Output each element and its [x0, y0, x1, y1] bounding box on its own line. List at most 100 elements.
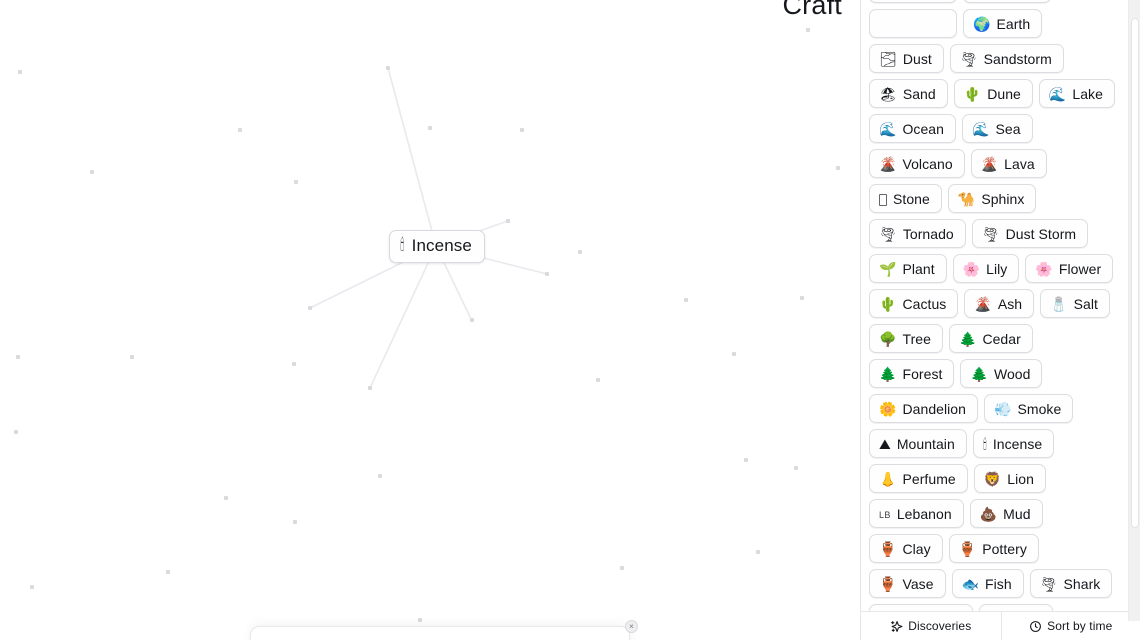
element-chip-cactus[interactable]: 🌵 Cactus — [869, 289, 959, 318]
dandelion-emoji: 🌼 — [879, 400, 897, 417]
flower-emoji: 🌸 — [1035, 260, 1053, 277]
element-chip-clipped[interactable] — [963, 0, 1051, 3]
element-chip-seaweed[interactable]: 🌊Seaweed — [869, 604, 974, 612]
canvas-dot — [596, 378, 600, 382]
element-chip-clay[interactable]: 🏺 Clay — [869, 534, 943, 563]
canvas-dot — [294, 180, 298, 184]
element-chip-forest[interactable]: 🌲 Forest — [869, 359, 955, 388]
canvas-dot — [620, 566, 624, 570]
element-chip-label: Mountain — [896, 435, 955, 452]
canvas-dot — [744, 458, 748, 462]
sort-by-time-button[interactable]: Sort by time — [1000, 612, 1140, 640]
element-chip-label: Flower — [1058, 260, 1102, 277]
incense-emoji: 🕯 — [982, 435, 987, 452]
element-chip-smoke[interactable]: 💨 Smoke — [983, 394, 1074, 423]
element-chip-pottery[interactable]: 🏺 Pottery — [948, 534, 1039, 563]
earth-emoji: 🌍 — [973, 15, 991, 32]
canvas-dot — [130, 355, 134, 359]
sidebar-scrollbar[interactable] — [1128, 0, 1140, 621]
element-chip-label: Seaweed — [902, 611, 961, 612]
element-chip-vase[interactable]: 🏺 Vase — [869, 569, 946, 598]
element-chip-label: Lake — [1072, 85, 1103, 102]
connection-line — [369, 245, 437, 389]
element-chip-label: Lava — [1004, 155, 1035, 172]
ocean-emoji: 🌊 — [879, 120, 897, 137]
element-chip-kelp[interactable]: 🌿Kelp — [979, 604, 1053, 611]
element-chip-label: Dust — [902, 50, 932, 67]
canvas-dot — [684, 298, 688, 302]
connection-line — [387, 67, 437, 247]
element-chip-label: Cedar — [982, 330, 1021, 347]
element-chip-dune[interactable]: 🌵 Dune — [953, 79, 1033, 108]
element-chip-tree[interactable]: 🌳 Tree — [869, 324, 943, 353]
element-chip-tornado[interactable]: 🌪 Tornado — [869, 219, 966, 248]
element-chip-label: Wood — [993, 365, 1031, 382]
element-chip-flower[interactable]: 🌸 Flower — [1025, 254, 1114, 283]
element-chip-mountain[interactable]: ⛰ Mountain — [869, 429, 967, 458]
element-chip-volcano[interactable]: 🌋 Volcano — [869, 149, 965, 178]
incense-emoji: 🕯 — [400, 237, 405, 254]
element-chip-dust[interactable]: 🌫 Dust — [869, 44, 944, 73]
element-chip-incense[interactable]: 🕯 Incense — [972, 429, 1055, 458]
element-chip-sandstorm[interactable]: 🌪 Sandstorm — [949, 44, 1064, 73]
sidebar-scrollbar-thumb[interactable] — [1131, 18, 1139, 528]
element-chip-mud[interactable]: 💩 Mud — [969, 499, 1043, 528]
element-chip-label: Vase — [902, 575, 934, 592]
mountain-emoji: ⛰ — [879, 435, 891, 452]
craft-app: 🕯 Incense Craft × 🌍 Earth 🌫 Dust 🌪 Sandstorm 🏖… — [0, 0, 1140, 640]
close-icon[interactable]: × — [625, 620, 638, 633]
tofu-box-icon — [879, 193, 887, 206]
element-chip-sea[interactable]: 🌊 Sea — [961, 114, 1033, 143]
canvas-dot — [14, 430, 18, 434]
lava-emoji: 🌋 — [980, 155, 999, 172]
discoveries-button[interactable]: Discoveries — [861, 612, 1001, 640]
element-chip-lion[interactable]: 🦁 Lion — [973, 464, 1046, 493]
canvas-node-incense[interactable]: 🕯 Incense — [389, 230, 485, 263]
element-chip-stone[interactable]: Stone — [869, 184, 942, 213]
element-chip-label: Stone — [893, 190, 930, 207]
element-chip-clipped[interactable] — [869, 0, 957, 3]
element-chip-label: Dune — [987, 85, 1021, 102]
element-chip-lebanon[interactable]: LB Lebanon — [869, 499, 964, 528]
element-chip-label: Ash — [997, 295, 1023, 312]
element-chip-dandelion[interactable]: 🌼 Dandelion — [869, 394, 978, 423]
element-chip-sand[interactable]: 🏖 Sand — [869, 79, 948, 108]
element-chip-earth[interactable]: 🌍 Earth — [963, 9, 1043, 38]
element-chip-sphinx[interactable]: 🐪 Sphinx — [947, 184, 1037, 213]
canvas-dot — [386, 66, 390, 70]
element-chip-label: Kelp — [1013, 611, 1041, 612]
element-chip-shark[interactable]: 🌪 Shark — [1029, 569, 1113, 598]
element-chip-lake[interactable]: 🌊 Lake — [1038, 79, 1115, 108]
sandstorm-emoji: 🌪 — [959, 50, 978, 67]
element-chip-dust-storm[interactable]: 🌪 Dust Storm — [971, 219, 1089, 248]
page-title: Craft — [782, 0, 842, 20]
element-chip-plant[interactable]: 🌱 Plant — [869, 254, 947, 283]
canvas-dot — [308, 306, 312, 310]
canvas-dot — [756, 550, 760, 554]
element-chip-fish[interactable]: 🐟 Fish — [951, 569, 1024, 598]
mud-emoji: 💩 — [979, 505, 998, 522]
craft-canvas[interactable]: 🕯 Incense Craft × — [0, 0, 860, 640]
shark-emoji: 🌪 — [1039, 575, 1058, 592]
element-chip-clipped[interactable] — [869, 9, 957, 38]
element-chip-label: Lily — [986, 260, 1008, 277]
element-chip-perfume[interactable]: 👃 Perfume — [869, 464, 968, 493]
element-chip-ocean[interactable]: 🌊 Ocean — [869, 114, 956, 143]
element-chip-salt[interactable]: 🧂 Salt — [1040, 289, 1110, 318]
element-chip-cedar[interactable]: 🌲 Cedar — [948, 324, 1033, 353]
canvas-dot — [806, 28, 810, 32]
element-chip-label: Sea — [995, 120, 1021, 137]
canvas-dot — [16, 355, 20, 359]
elements-scroll-area[interactable]: 🌍 Earth 🌫 Dust 🌪 Sandstorm 🏖 Sand 🌵 Dune 🌊 Lake 🌊 Oce… — [861, 0, 1140, 611]
bottom-dialog[interactable]: × — [250, 620, 638, 640]
dune-emoji: 🌵 — [963, 85, 982, 102]
element-chip-label: Mud — [1003, 505, 1031, 522]
discoveries-label: Discoveries — [908, 619, 972, 633]
element-chip-wood[interactable]: 🌲 Wood — [960, 359, 1043, 388]
element-chip-lily[interactable]: 🌸 Lily — [952, 254, 1020, 283]
element-chip-ash[interactable]: 🌋 Ash — [964, 289, 1035, 318]
volcano-emoji: 🌋 — [879, 155, 897, 172]
canvas-dot — [224, 496, 228, 500]
forest-emoji: 🌲 — [879, 365, 897, 382]
element-chip-lava[interactable]: 🌋 Lava — [970, 149, 1047, 178]
